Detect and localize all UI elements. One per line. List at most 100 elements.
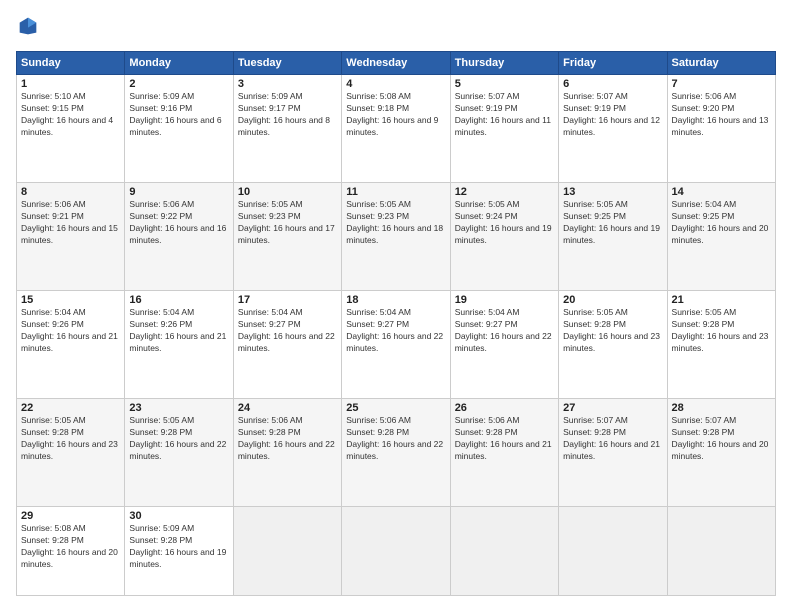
- day-info: Sunrise: 5:05 AMSunset: 9:24 PMDaylight:…: [455, 199, 554, 247]
- calendar-week-4: 29Sunrise: 5:08 AMSunset: 9:28 PMDayligh…: [17, 507, 776, 596]
- day-info: Sunrise: 5:05 AMSunset: 9:28 PMDaylight:…: [563, 307, 662, 355]
- calendar-week-3: 22 Sunrise: 5:05 AMSunset: 9:28 PMDayligh…: [17, 399, 776, 507]
- day-number: 10: [238, 186, 337, 198]
- day-number: 30: [129, 510, 228, 522]
- day-number: 14: [672, 186, 771, 198]
- calendar-cell: 28Sunrise: 5:07 AMSunset: 9:28 PMDayligh…: [667, 399, 775, 507]
- day-number: 12: [455, 186, 554, 198]
- day-number: 27: [563, 402, 662, 414]
- day-number: 8: [21, 186, 120, 198]
- day-info: Sunrise: 5:05 AMSunset: 9:23 PMDaylight:…: [238, 199, 337, 247]
- calendar-cell: 29Sunrise: 5:08 AMSunset: 9:28 PMDayligh…: [17, 507, 125, 596]
- calendar-cell: 22Sunrise: 5:05 AMSunset: 9:28 PMDayligh…: [17, 399, 125, 507]
- day-info: Sunrise: 5:05 AMSunset: 9:23 PMDaylight:…: [346, 199, 445, 247]
- day-number: 23: [129, 402, 228, 414]
- day-info: Sunrise: 5:04 AMSunset: 9:27 PMDaylight:…: [455, 307, 554, 355]
- day-info: Sunrise: 5:09 AMSunset: 9:28 PMDaylight:…: [129, 523, 228, 571]
- day-number: 29: [21, 510, 120, 522]
- calendar-cell: 17Sunrise: 5:04 AMSunset: 9:27 PMDayligh…: [233, 291, 341, 399]
- calendar-cell: 4Sunrise: 5:08 AMSunset: 9:18 PMDaylight…: [342, 75, 450, 183]
- logo-icon: [18, 16, 38, 36]
- day-number: 22: [21, 402, 120, 414]
- calendar-cell: 1Sunrise: 5:10 AMSunset: 9:15 PMDaylight…: [17, 75, 125, 183]
- day-number: 13: [563, 186, 662, 198]
- day-info: Sunrise: 5:04 AMSunset: 9:27 PMDaylight:…: [346, 307, 445, 355]
- day-number: 25: [346, 402, 445, 414]
- calendar-cell: 14Sunrise: 5:04 AMSunset: 9:25 PMDayligh…: [667, 183, 775, 291]
- calendar-cell: 23Sunrise: 5:05 AMSunset: 9:28 PMDayligh…: [125, 399, 233, 507]
- calendar-cell: 27Sunrise: 5:07 AMSunset: 9:28 PMDayligh…: [559, 399, 667, 507]
- day-number: 20: [563, 294, 662, 306]
- day-number: 2: [129, 78, 228, 90]
- calendar-cell: [233, 507, 341, 596]
- day-number: 11: [346, 186, 445, 198]
- day-info: Sunrise: 5:06 AMSunset: 9:28 PMDaylight:…: [455, 415, 554, 463]
- day-info: Sunrise: 5:04 AMSunset: 9:27 PMDaylight:…: [238, 307, 337, 355]
- day-number: 9: [129, 186, 228, 198]
- header: [16, 16, 776, 41]
- day-info: Sunrise: 5:06 AMSunset: 9:22 PMDaylight:…: [129, 199, 228, 247]
- calendar-cell: [450, 507, 558, 596]
- day-info: Sunrise: 5:04 AMSunset: 9:26 PMDaylight:…: [129, 307, 228, 355]
- day-info: Sunrise: 5:05 AMSunset: 9:28 PMDaylight:…: [129, 415, 228, 463]
- calendar-cell: 9Sunrise: 5:06 AMSunset: 9:22 PMDaylight…: [125, 183, 233, 291]
- logo: [16, 16, 38, 41]
- day-info: Sunrise: 5:04 AMSunset: 9:25 PMDaylight:…: [672, 199, 771, 247]
- calendar-cell: 6Sunrise: 5:07 AMSunset: 9:19 PMDaylight…: [559, 75, 667, 183]
- day-info: Sunrise: 5:09 AMSunset: 9:16 PMDaylight:…: [129, 91, 228, 139]
- day-info: Sunrise: 5:08 AMSunset: 9:18 PMDaylight:…: [346, 91, 445, 139]
- calendar-cell: 21Sunrise: 5:05 AMSunset: 9:28 PMDayligh…: [667, 291, 775, 399]
- calendar-cell: [667, 507, 775, 596]
- header-saturday: Saturday: [667, 52, 775, 75]
- calendar-cell: 26Sunrise: 5:06 AMSunset: 9:28 PMDayligh…: [450, 399, 558, 507]
- day-info: Sunrise: 5:06 AMSunset: 9:28 PMDaylight:…: [346, 415, 445, 463]
- page: SundayMondayTuesdayWednesdayThursdayFrid…: [0, 0, 792, 612]
- calendar-cell: 24Sunrise: 5:06 AMSunset: 9:28 PMDayligh…: [233, 399, 341, 507]
- day-number: 21: [672, 294, 771, 306]
- calendar-header-row: SundayMondayTuesdayWednesdayThursdayFrid…: [17, 52, 776, 75]
- day-number: 24: [238, 402, 337, 414]
- day-info: Sunrise: 5:04 AMSunset: 9:26 PMDaylight:…: [21, 307, 120, 355]
- day-info: Sunrise: 5:08 AMSunset: 9:28 PMDaylight:…: [21, 523, 120, 571]
- day-info: Sunrise: 5:06 AMSunset: 9:20 PMDaylight:…: [672, 91, 771, 139]
- header-friday: Friday: [559, 52, 667, 75]
- day-number: 4: [346, 78, 445, 90]
- calendar-cell: [559, 507, 667, 596]
- day-number: 15: [21, 294, 120, 306]
- calendar-cell: 12Sunrise: 5:05 AMSunset: 9:24 PMDayligh…: [450, 183, 558, 291]
- day-number: 18: [346, 294, 445, 306]
- day-number: 19: [455, 294, 554, 306]
- day-info: Sunrise: 5:05 AMSunset: 9:28 PMDaylight:…: [672, 307, 771, 355]
- day-info: Sunrise: 5:07 AMSunset: 9:19 PMDaylight:…: [455, 91, 554, 139]
- header-sunday: Sunday: [17, 52, 125, 75]
- calendar-cell: 25Sunrise: 5:06 AMSunset: 9:28 PMDayligh…: [342, 399, 450, 507]
- calendar-cell: 10Sunrise: 5:05 AMSunset: 9:23 PMDayligh…: [233, 183, 341, 291]
- calendar-cell: 2Sunrise: 5:09 AMSunset: 9:16 PMDaylight…: [125, 75, 233, 183]
- day-info: Sunrise: 5:10 AMSunset: 9:15 PMDaylight:…: [21, 91, 120, 139]
- calendar-cell: 5Sunrise: 5:07 AMSunset: 9:19 PMDaylight…: [450, 75, 558, 183]
- day-number: 28: [672, 402, 771, 414]
- day-number: 7: [672, 78, 771, 90]
- calendar-week-1: 8Sunrise: 5:06 AMSunset: 9:21 PMDaylight…: [17, 183, 776, 291]
- calendar-cell: 11Sunrise: 5:05 AMSunset: 9:23 PMDayligh…: [342, 183, 450, 291]
- calendar-cell: 30Sunrise: 5:09 AMSunset: 9:28 PMDayligh…: [125, 507, 233, 596]
- day-info: Sunrise: 5:07 AMSunset: 9:28 PMDaylight:…: [672, 415, 771, 463]
- day-number: 6: [563, 78, 662, 90]
- calendar-cell: 19Sunrise: 5:04 AMSunset: 9:27 PMDayligh…: [450, 291, 558, 399]
- day-info: Sunrise: 5:07 AMSunset: 9:19 PMDaylight:…: [563, 91, 662, 139]
- day-info: Sunrise: 5:06 AMSunset: 9:28 PMDaylight:…: [238, 415, 337, 463]
- calendar-cell: 8Sunrise: 5:06 AMSunset: 9:21 PMDaylight…: [17, 183, 125, 291]
- day-info: Sunrise: 5:07 AMSunset: 9:28 PMDaylight:…: [563, 415, 662, 463]
- header-wednesday: Wednesday: [342, 52, 450, 75]
- calendar-cell: 18Sunrise: 5:04 AMSunset: 9:27 PMDayligh…: [342, 291, 450, 399]
- day-info: Sunrise: 5:05 AMSunset: 9:25 PMDaylight:…: [563, 199, 662, 247]
- day-number: 1: [21, 78, 120, 90]
- day-number: 26: [455, 402, 554, 414]
- calendar-week-0: 1Sunrise: 5:10 AMSunset: 9:15 PMDaylight…: [17, 75, 776, 183]
- day-number: 16: [129, 294, 228, 306]
- header-tuesday: Tuesday: [233, 52, 341, 75]
- day-number: 3: [238, 78, 337, 90]
- calendar-cell: 13Sunrise: 5:05 AMSunset: 9:25 PMDayligh…: [559, 183, 667, 291]
- calendar-week-2: 15Sunrise: 5:04 AMSunset: 9:26 PMDayligh…: [17, 291, 776, 399]
- calendar-cell: 15Sunrise: 5:04 AMSunset: 9:26 PMDayligh…: [17, 291, 125, 399]
